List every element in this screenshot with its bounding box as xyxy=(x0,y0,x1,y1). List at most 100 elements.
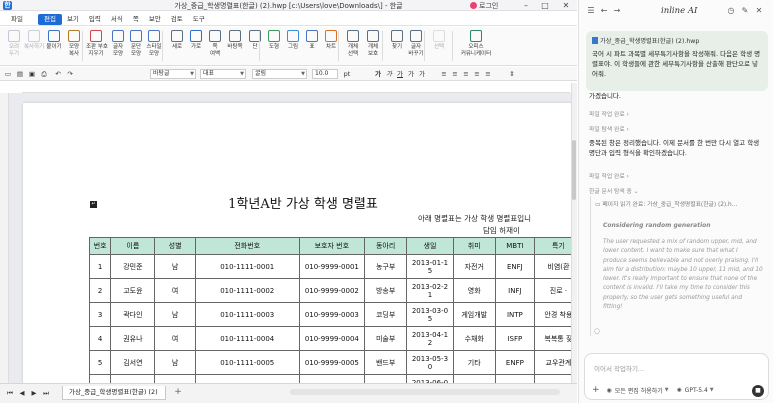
maximize-button[interactable]: □ xyxy=(538,0,552,11)
close-button[interactable]: ✕ xyxy=(559,0,573,11)
table-cell[interactable]: 3 xyxy=(88,302,112,327)
table-cell[interactable]: 코딩부 xyxy=(364,302,408,327)
undo-icon[interactable]: ↶ xyxy=(54,70,62,78)
status-file-work[interactable]: 파일 작업 완료 › xyxy=(589,109,629,118)
table-cell[interactable]: 010-9999-0006 xyxy=(298,374,366,383)
menu-item[interactable]: 검토 xyxy=(166,12,188,26)
italic-icon[interactable]: 가 xyxy=(385,70,393,78)
mode-select[interactable]: 모든 편집 허용하기 xyxy=(615,386,663,395)
table-cell[interactable]: 여 xyxy=(154,374,196,383)
table-cell[interactable]: INTP xyxy=(494,302,535,327)
first-page-icon[interactable]: ⏮ xyxy=(6,389,14,397)
style-select[interactable]: 바탕글 ▼ xyxy=(150,69,196,79)
ribbon-button[interactable]: 글자 모양 xyxy=(108,30,128,57)
ribbon-button[interactable]: 모양 복사 xyxy=(64,30,84,57)
vertical-scrollbar[interactable] xyxy=(571,83,577,383)
document-tab[interactable]: 가상_중급_학생명렬표(한글) (2) xyxy=(62,386,166,400)
save-icon[interactable]: ▣ xyxy=(28,70,36,78)
ribbon-button[interactable]: 표 xyxy=(302,30,322,51)
print-icon[interactable]: ⎙ xyxy=(40,70,48,78)
table-cell[interactable]: 010-1111-0005 xyxy=(194,350,300,375)
table-cell[interactable]: 5 xyxy=(88,350,112,375)
table-cell[interactable]: 여 xyxy=(154,278,196,303)
table-cell[interactable]: 밴드부 xyxy=(364,350,408,375)
prev-page-icon[interactable]: ◀ xyxy=(18,389,26,397)
forward-icon[interactable]: → xyxy=(612,6,622,15)
table-cell[interactable]: 노예원 xyxy=(110,374,156,383)
attached-file[interactable]: 가상_중급_학생명렬표(한글) (2).hwp xyxy=(592,36,762,45)
status-file-search[interactable]: 파일 탐색 완료 › xyxy=(589,124,629,133)
align-justify-icon[interactable]: ≡ xyxy=(473,70,481,78)
status-file-work-2[interactable]: 파일 작업 완료 › xyxy=(589,171,629,180)
strikethrough-icon[interactable]: 가 xyxy=(407,70,415,78)
align-center-icon[interactable]: ≡ xyxy=(451,70,459,78)
ribbon-button[interactable]: 도형 xyxy=(264,30,284,51)
new-doc-icon[interactable]: ▭ xyxy=(4,70,12,78)
document-page[interactable]: ↵ 1학년A반 가상 학생 명렬표 아래 명렬표는 가상 학생 명렬표입니 담임… xyxy=(23,103,571,383)
table-cell[interactable]: 무릎 · xyxy=(533,374,571,383)
font-select[interactable]: 굴림 ▼ xyxy=(252,69,307,79)
table-cell[interactable]: 4 xyxy=(88,326,112,351)
table-cell[interactable]: 자전거 xyxy=(452,254,496,279)
align-right-icon[interactable]: ≡ xyxy=(462,70,470,78)
menu-item[interactable]: 보기 xyxy=(62,12,84,26)
menu-icon[interactable]: ☰ xyxy=(586,6,596,15)
new-chat-icon[interactable]: ✎ xyxy=(740,6,750,15)
redo-icon[interactable]: ↷ xyxy=(66,70,74,78)
vertical-scroll-thumb[interactable] xyxy=(572,140,576,200)
ribbon-button[interactable]: 단 xyxy=(245,30,265,51)
table-cell[interactable]: 기타 xyxy=(452,350,496,375)
ribbon-button[interactable]: 오려 두기 xyxy=(4,30,24,57)
table-cell[interactable]: 2013-06-07 xyxy=(406,374,454,383)
table-cell[interactable]: 남 xyxy=(154,302,196,327)
table-cell[interactable]: 010-9999-0004 xyxy=(298,326,366,351)
table-cell[interactable]: 010-9999-0001 xyxy=(298,254,366,279)
table-cell[interactable]: 수채화 xyxy=(452,326,496,351)
table-cell[interactable]: 2013-03-05 xyxy=(406,302,454,327)
table-cell[interactable]: 2013-02-21 xyxy=(406,278,454,303)
table-cell[interactable]: 2013-04-12 xyxy=(406,326,454,351)
menu-item[interactable]: 편집 xyxy=(37,13,62,25)
table-cell[interactable]: 곽다인 xyxy=(110,302,156,327)
next-page-icon[interactable]: ▶ xyxy=(30,389,38,397)
ribbon-button[interactable]: 붙이기 xyxy=(44,30,64,51)
underline-icon[interactable]: 가 xyxy=(396,70,404,78)
menu-item[interactable]: 서식 xyxy=(106,12,128,26)
table-cell[interactable]: 남 xyxy=(154,350,196,375)
table-cell[interactable]: 안무창작 xyxy=(452,374,496,383)
ribbon-button[interactable]: 개체 보호 xyxy=(363,30,383,57)
ribbon-button[interactable]: 그림 xyxy=(283,30,303,51)
menu-item[interactable]: 파일 xyxy=(6,12,28,26)
table-cell[interactable]: ENFJ xyxy=(494,254,535,279)
table-cell[interactable]: 영화 xyxy=(452,278,496,303)
table-cell[interactable]: ENFP xyxy=(494,350,535,375)
table-cell[interactable]: 교우관계 xyxy=(533,350,571,375)
open-icon[interactable]: ▤ xyxy=(16,70,24,78)
table-cell[interactable]: 010-1111-0004 xyxy=(194,326,300,351)
menu-item[interactable]: 입력 xyxy=(84,12,106,26)
table-cell[interactable]: 게임개발 xyxy=(452,302,496,327)
ribbon-button[interactable]: 조판 부호 지우기 xyxy=(86,30,108,57)
table-cell[interactable]: 미술부 xyxy=(364,326,408,351)
menu-item[interactable]: 쪽 xyxy=(128,12,144,26)
table-cell[interactable]: 방송부 xyxy=(364,278,408,303)
table-cell[interactable]: 농구부 xyxy=(364,254,408,279)
table-cell[interactable]: 여 xyxy=(154,326,196,351)
ribbon-button[interactable]: 복사하기 xyxy=(24,30,44,51)
table-cell[interactable]: 2013-01-15 xyxy=(406,254,454,279)
table-cell[interactable]: 진로 · xyxy=(533,278,571,303)
add-attachment-icon[interactable]: + xyxy=(592,385,600,395)
bold-icon[interactable]: 가 xyxy=(374,70,382,78)
ribbon-button[interactable]: 쪽 여백 xyxy=(205,30,225,57)
stop-button[interactable]: ■ xyxy=(752,385,764,397)
table-cell[interactable]: 댄스부 xyxy=(364,374,408,383)
minimize-button[interactable]: – xyxy=(519,0,533,11)
font-color-icon[interactable]: 가 xyxy=(418,70,426,78)
table-cell[interactable]: ISFP xyxy=(494,326,535,351)
distribute-icon[interactable]: ≡ xyxy=(484,70,492,78)
ribbon-button[interactable]: 문단 모양 xyxy=(126,30,146,57)
table-cell[interactable]: INFJ xyxy=(494,278,535,303)
table-cell[interactable]: 2013-05-30 xyxy=(406,350,454,375)
table-cell[interactable]: 권유나 xyxy=(110,326,156,351)
back-icon[interactable]: ← xyxy=(599,6,609,15)
